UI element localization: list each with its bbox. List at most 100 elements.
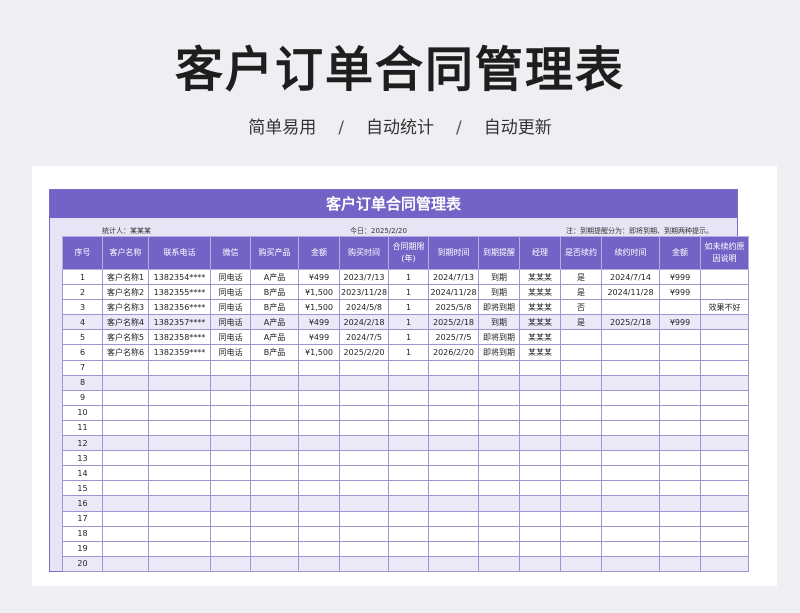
table-cell[interactable]: 2025/2/18 (601, 314, 660, 331)
table-cell[interactable] (298, 525, 340, 542)
table-cell[interactable] (339, 419, 389, 437)
table-cell[interactable]: 到期 (478, 284, 520, 301)
table-cell[interactable] (560, 374, 602, 391)
table-cell[interactable] (339, 374, 389, 391)
table-cell[interactable]: 2024/7/13 (428, 268, 479, 286)
table-cell[interactable] (428, 495, 479, 512)
table-cell[interactable]: 2024/11/28 (601, 284, 660, 301)
table-cell[interactable] (250, 435, 299, 452)
table-cell[interactable] (601, 299, 660, 316)
table-cell[interactable]: 2023/11/28 (339, 284, 389, 301)
table-cell[interactable]: 18 (62, 525, 103, 542)
table-cell[interactable] (102, 540, 149, 557)
table-cell[interactable] (388, 555, 429, 572)
table-cell[interactable]: ¥499 (298, 314, 340, 331)
table-cell[interactable]: 2024/5/8 (339, 299, 389, 316)
table-cell[interactable] (102, 495, 149, 512)
table-cell[interactable]: 客户名称4 (102, 314, 149, 331)
table-cell[interactable] (250, 495, 299, 512)
table-cell[interactable] (210, 435, 251, 452)
table-cell[interactable] (210, 495, 251, 512)
table-cell[interactable] (298, 465, 340, 482)
table-cell[interactable] (601, 495, 660, 512)
table-cell[interactable] (428, 374, 479, 391)
table-cell[interactable] (428, 435, 479, 452)
table-cell[interactable]: 10 (62, 404, 103, 421)
table-cell[interactable] (700, 419, 749, 437)
table-cell[interactable] (560, 525, 602, 542)
table-cell[interactable] (210, 480, 251, 497)
table-cell[interactable] (339, 540, 389, 557)
table-cell[interactable] (388, 374, 429, 391)
table-cell[interactable] (700, 450, 749, 467)
table-cell[interactable] (298, 389, 340, 406)
table-cell[interactable] (519, 374, 561, 391)
table-cell[interactable] (659, 359, 701, 376)
table-cell[interactable] (700, 510, 749, 527)
table-cell[interactable]: 1 (62, 268, 103, 286)
table-cell[interactable] (601, 404, 660, 421)
table-cell[interactable] (601, 374, 660, 391)
table-cell[interactable] (601, 344, 660, 361)
table-cell[interactable] (560, 359, 602, 376)
table-cell[interactable] (560, 480, 602, 497)
table-cell[interactable] (478, 540, 520, 557)
table-cell[interactable]: ¥999 (659, 314, 701, 331)
table-cell[interactable]: 某某某 (519, 284, 561, 301)
table-cell[interactable]: 4 (62, 314, 103, 331)
table-cell[interactable] (700, 314, 749, 331)
table-cell[interactable]: 2025/2/18 (428, 314, 479, 331)
table-cell[interactable] (700, 329, 749, 346)
table-cell[interactable]: 是 (560, 284, 602, 301)
table-cell[interactable] (148, 480, 211, 497)
table-cell[interactable]: 7 (62, 359, 103, 376)
table-cell[interactable]: 1382355**** (148, 284, 211, 301)
table-cell[interactable] (148, 389, 211, 406)
table-cell[interactable] (148, 374, 211, 391)
table-cell[interactable]: B产品 (250, 344, 299, 361)
table-cell[interactable] (478, 374, 520, 391)
table-cell[interactable] (560, 389, 602, 406)
table-cell[interactable] (388, 510, 429, 527)
table-cell[interactable] (519, 450, 561, 467)
table-cell[interactable]: 2 (62, 284, 103, 301)
table-cell[interactable]: 1382354**** (148, 268, 211, 286)
table-cell[interactable]: 客户名称2 (102, 284, 149, 301)
table-cell[interactable] (519, 465, 561, 482)
table-cell[interactable]: 1382358**** (148, 329, 211, 346)
table-cell[interactable] (478, 555, 520, 572)
table-cell[interactable]: 2025/2/20 (339, 344, 389, 361)
table-cell[interactable] (519, 540, 561, 557)
table-cell[interactable] (700, 389, 749, 406)
table-cell[interactable] (148, 540, 211, 557)
table-cell[interactable] (210, 389, 251, 406)
table-cell[interactable]: 13 (62, 450, 103, 467)
table-cell[interactable] (388, 359, 429, 376)
table-cell[interactable]: 是 (560, 314, 602, 331)
table-cell[interactable] (298, 540, 340, 557)
table-cell[interactable] (102, 435, 149, 452)
table-cell[interactable] (700, 540, 749, 557)
table-cell[interactable]: ¥1,500 (298, 299, 340, 316)
table-cell[interactable] (388, 404, 429, 421)
table-cell[interactable] (148, 404, 211, 421)
table-cell[interactable]: 20 (62, 555, 103, 572)
table-cell[interactable] (102, 359, 149, 376)
table-cell[interactable] (298, 419, 340, 437)
table-cell[interactable] (700, 404, 749, 421)
table-cell[interactable] (298, 359, 340, 376)
table-cell[interactable]: 到期 (478, 314, 520, 331)
table-cell[interactable]: 是 (560, 268, 602, 286)
table-cell[interactable] (339, 495, 389, 512)
table-cell[interactable]: 2025/7/5 (428, 329, 479, 346)
table-cell[interactable]: 2024/7/14 (601, 268, 660, 286)
table-cell[interactable]: 3 (62, 299, 103, 316)
table-cell[interactable]: A产品 (250, 268, 299, 286)
table-cell[interactable] (601, 419, 660, 437)
table-cell[interactable] (298, 404, 340, 421)
table-cell[interactable] (478, 480, 520, 497)
table-cell[interactable]: A产品 (250, 314, 299, 331)
table-cell[interactable] (560, 435, 602, 452)
table-cell[interactable] (428, 540, 479, 557)
table-cell[interactable] (700, 480, 749, 497)
